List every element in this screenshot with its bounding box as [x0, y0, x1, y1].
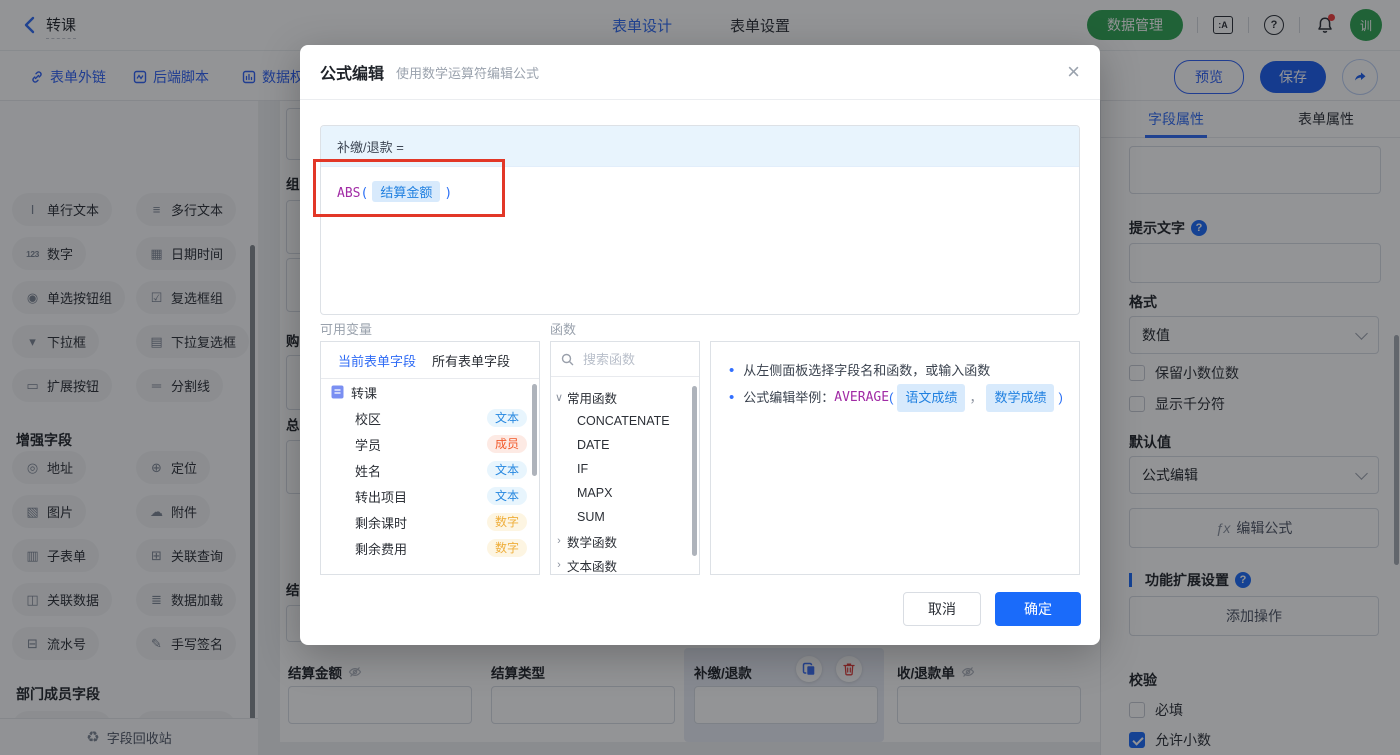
variable-item[interactable]: 转出项目 文本: [321, 483, 539, 509]
functions-scrollbar[interactable]: [692, 386, 697, 556]
variable-item[interactable]: 校区 文本: [321, 405, 539, 431]
formula-editor-modal: 公式编辑 使用数学运算符编辑公式 × 补缴/退款 = ABS(结算金额) 可用变…: [300, 45, 1100, 645]
function-name: ABS: [337, 186, 361, 201]
help-line-1: • 从左侧面板选择字段名和函数，或输入函数: [729, 358, 1061, 384]
bullet: •: [729, 362, 735, 379]
function-search: [551, 342, 699, 377]
modal-header: 公式编辑 使用数学运算符编辑公式 ×: [300, 45, 1100, 100]
function-item[interactable]: SUM: [551, 505, 699, 529]
confirm-button[interactable]: 确定: [995, 592, 1081, 626]
bullet: •: [729, 389, 735, 406]
example-variable-chip: 语文成绩: [897, 384, 966, 412]
search-icon: [561, 353, 574, 365]
tab-all-form-fields[interactable]: 所有表单字段: [432, 351, 510, 370]
type-badge: 数字: [486, 513, 527, 531]
type-badge: 文本: [486, 461, 527, 479]
variable-item[interactable]: 学员 成员: [321, 431, 539, 457]
modal-subtitle: 使用数学运算符编辑公式: [396, 65, 540, 81]
type-badge: 文本: [486, 409, 527, 427]
variable-item[interactable]: 剩余课时 数字: [321, 509, 539, 535]
type-badge: 成员: [486, 435, 527, 453]
type-badge: 文本: [486, 487, 527, 505]
variable-item[interactable]: 姓名 文本: [321, 457, 539, 483]
modal-title: 公式编辑: [320, 66, 385, 83]
function-item[interactable]: CONCATENATE: [551, 409, 699, 433]
variable-item[interactable]: 剩余费用 数字: [321, 535, 539, 561]
form-doc-icon: [331, 385, 344, 399]
function-group-text[interactable]: › 文本函数: [551, 553, 699, 577]
function-item[interactable]: IF: [551, 457, 699, 481]
formula-expression[interactable]: ABS(结算金额): [321, 167, 1079, 216]
function-item[interactable]: DATE: [551, 433, 699, 457]
formula-editor-box: 补缴/退款 = ABS(结算金额): [320, 125, 1080, 315]
variable-chip[interactable]: 结算金额: [372, 181, 441, 202]
form-node[interactable]: 转课: [321, 379, 539, 405]
chevron-expanded-icon: ∨: [554, 391, 564, 404]
tab-current-form-fields[interactable]: 当前表单字段: [338, 351, 416, 370]
form-designer-app: 转课 表单设计 表单设置 数据管理 :A ? 训 表单外链 后端脚本 数据权限 …: [0, 0, 1400, 755]
variables-label: 可用变量: [320, 322, 373, 337]
close-icon[interactable]: ×: [1067, 61, 1080, 83]
formula-target: 补缴/退款 =: [321, 126, 1079, 167]
cancel-button[interactable]: 取消: [903, 592, 981, 626]
function-item[interactable]: MAPX: [551, 481, 699, 505]
functions-label: 函数: [550, 322, 577, 337]
chevron-collapsed-icon: ›: [557, 559, 561, 571]
function-group-common[interactable]: ∨ 常用函数: [551, 385, 699, 409]
function-group-math[interactable]: › 数学函数: [551, 529, 699, 553]
search-input[interactable]: [581, 350, 675, 368]
variables-scrollbar[interactable]: [532, 384, 537, 476]
variables-panel: 当前表单字段 所有表单字段 转课 校区 文本 学员 成员 姓名 文本 转出项目 文本 剩…: [320, 341, 540, 575]
type-badge: 数字: [486, 539, 527, 557]
help-line-2: • 公式编辑举例： AVERAGE ( 语文成绩 ， 数学成绩 ): [729, 384, 1063, 412]
example-variable-chip: 数学成绩: [986, 384, 1055, 412]
chevron-collapsed-icon: ›: [557, 535, 561, 547]
example-function: AVERAGE: [834, 390, 890, 405]
help-panel: • 从左侧面板选择字段名和函数，或输入函数 • 公式编辑举例： AVERAGE …: [710, 341, 1080, 575]
functions-panel: ∨常用函数 CONCATENATE DATE IF MAPX SUM ›数学函数…: [550, 341, 700, 575]
